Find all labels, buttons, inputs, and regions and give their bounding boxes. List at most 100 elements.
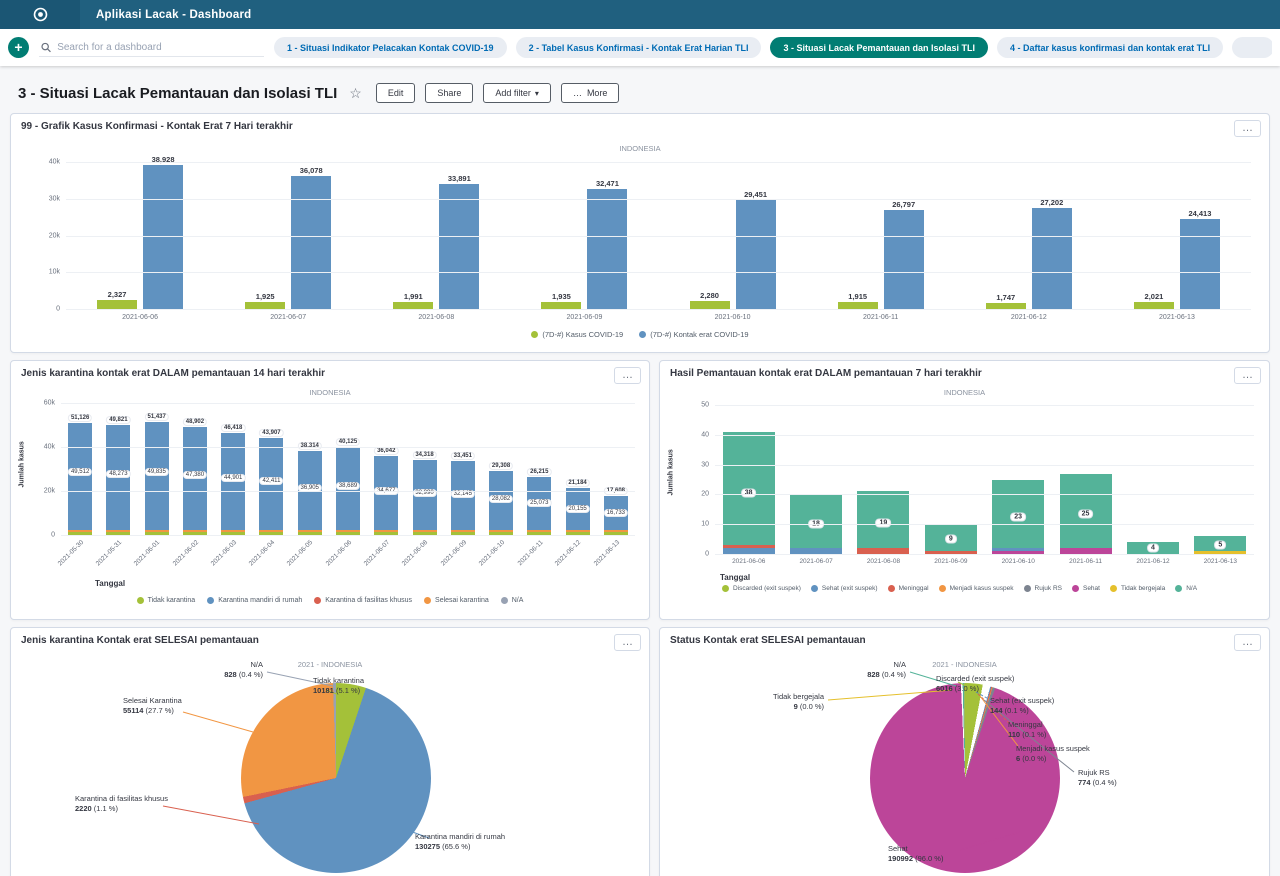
bar-kasus[interactable]: 1,925	[245, 302, 285, 309]
bar-column: 43,90742,4112021-06-04	[252, 403, 290, 535]
bar-kasus[interactable]: 2,280	[690, 301, 730, 309]
stacked-bar[interactable]: 25	[1060, 474, 1112, 554]
legend-item[interactable]: (7D-#) Kasus COVID-19	[531, 330, 623, 339]
stacked-bar[interactable]: 19	[857, 491, 909, 554]
share-button[interactable]: Share	[425, 83, 473, 103]
bar-column: 40,12538,6892021-06-06	[329, 403, 367, 535]
bar-kontak-erat[interactable]: 38,928	[143, 165, 183, 309]
legend-item[interactable]: Tidak bergejala	[1110, 585, 1165, 592]
stacked-bar[interactable]: 4	[1127, 542, 1179, 554]
bar-total-label: 29,308	[490, 463, 512, 469]
legend-item[interactable]: Sehat	[1072, 585, 1100, 592]
pie-slice-label: Meninggal110 (0.1 %)	[1008, 720, 1046, 740]
legend-item[interactable]: Menjadi kasus suspek	[939, 585, 1014, 592]
app-logo-icon	[33, 7, 48, 22]
panel-options-button[interactable]: …	[1234, 367, 1261, 384]
edit-button[interactable]: Edit	[376, 83, 416, 103]
x-axis-label: 2021-06-08	[401, 539, 429, 567]
search-input[interactable]	[57, 42, 262, 53]
legend-item[interactable]: Karantina mandiri di rumah	[207, 597, 302, 604]
panel-options-button[interactable]: …	[1234, 634, 1261, 651]
dashboard-tab[interactable]: 2 - Tabel Kasus Konfirmasi - Kontak Erat…	[516, 37, 762, 58]
add-dashboard-button[interactable]: +	[8, 37, 29, 58]
dashboard-tab[interactable]: 4 - Daftar kasus konfirmasi dan kontak e…	[997, 37, 1223, 58]
stacked-bar[interactable]: 21,18420,155	[566, 488, 590, 535]
legend-dot	[811, 585, 818, 592]
legend-dot	[639, 331, 646, 338]
stacked-bar[interactable]: 23	[992, 480, 1044, 555]
legend-item[interactable]: Rujuk RS	[1024, 585, 1062, 592]
stacked-bar[interactable]: 48,90247,380	[183, 427, 207, 535]
stacked-bar[interactable]: 38,31436,905	[298, 451, 322, 535]
stacked-bar[interactable]: 29,30828,082	[489, 471, 513, 535]
x-axis-label: 2021-06-10	[659, 314, 807, 321]
gridline	[715, 524, 1254, 525]
dashboard-search[interactable]	[39, 39, 264, 57]
bar-kontak-erat[interactable]: 29,451	[736, 200, 776, 309]
app-logo[interactable]	[0, 0, 80, 29]
stacked-bar[interactable]: 36,04234,677	[374, 456, 398, 535]
bar-kasus[interactable]: 1,991	[393, 302, 433, 309]
dashboard-tab[interactable]: 3 - Situasi Lacak Pemantauan dan Isolasi…	[770, 37, 988, 58]
stacked-bar[interactable]: 46,41844,901	[221, 433, 245, 535]
panel-options-button[interactable]: …	[614, 367, 641, 384]
favorite-star-icon[interactable]: ☆	[349, 85, 362, 102]
bar-inner-label: 49,512	[69, 469, 91, 475]
panel-options-button[interactable]: …	[614, 634, 641, 651]
stacked-bar[interactable]: 33,45132,145	[451, 461, 475, 535]
stacked-bar[interactable]: 38	[723, 432, 775, 554]
legend-item[interactable]: N/A	[501, 597, 524, 604]
legend-item[interactable]: Tidak karantina	[137, 597, 196, 604]
legend-item[interactable]: N/A	[1175, 585, 1197, 592]
dashboard-tab[interactable]: 1 - Situasi Indikator Pelacakan Kontak C…	[274, 37, 507, 58]
more-button[interactable]: …More	[561, 83, 620, 103]
stacked-bar[interactable]: 43,90742,411	[259, 438, 283, 535]
stacked-bar[interactable]: 51,43749,835	[145, 422, 169, 535]
bar-kontak-erat[interactable]: 26,797	[884, 210, 924, 309]
legend-item[interactable]: Discarded (exit suspek)	[722, 585, 801, 592]
pie-chart[interactable]	[241, 683, 431, 873]
bar-kasus[interactable]: 1,915	[838, 302, 878, 309]
legend-item[interactable]: Sehat (exit suspek)	[811, 585, 878, 592]
bar-kontak-erat[interactable]: 33,891	[439, 184, 479, 309]
segment-selesai-karantina	[259, 530, 283, 532]
bar-kontak-erat[interactable]: 24,413	[1180, 219, 1220, 309]
legend-item[interactable]: Selesai karantina	[424, 597, 489, 604]
bar-kontak-erat[interactable]: 36,078	[291, 176, 331, 309]
stacked-bar[interactable]: 26,21525,073	[527, 477, 551, 535]
y-axis-tick: 30k	[49, 195, 60, 202]
legend-item[interactable]: (7D-#) Kontak erat COVID-19	[639, 330, 748, 339]
stacked-bar[interactable]: 5	[1194, 536, 1246, 554]
stacked-bar[interactable]: 34,31832,990	[413, 460, 437, 535]
stacked-bar[interactable]: 9	[925, 524, 977, 554]
legend-item[interactable]: Karantina di fasilitas khusus	[314, 597, 412, 604]
segment-selesai-karantina	[336, 530, 360, 532]
x-axis-label: 2021-06-05	[286, 539, 314, 567]
bar-column: 51,12649,5122021-05-30	[61, 403, 99, 535]
segment-selesai-karantina	[566, 530, 590, 532]
legend-item[interactable]: Meninggal	[888, 585, 929, 592]
panel-options-button[interactable]: …	[1234, 120, 1261, 137]
bar-inner-label: 38,689	[337, 483, 359, 489]
stacked-bar[interactable]: 17,60816,733	[604, 496, 628, 535]
x-axis-label: 2021-06-12	[955, 314, 1103, 321]
bar-kontak-erat[interactable]: 27,202	[1032, 208, 1072, 309]
pie-slice-label: Karantina di fasilitas khusus2220 (1.1 %…	[75, 794, 168, 814]
stacked-bar[interactable]: 49,82148,273	[106, 425, 130, 535]
add-filter-button[interactable]: Add filter▾	[483, 83, 551, 103]
gridline	[715, 554, 1254, 555]
y-axis-tick: 50	[701, 402, 709, 409]
bar-value-label: 29,451	[744, 190, 767, 199]
bar-kasus[interactable]: 2,021	[1134, 302, 1174, 309]
y-axis-tick: 0	[56, 306, 60, 313]
bar-total-label: 49,821	[107, 417, 129, 423]
bar-kasus[interactable]: 1,935	[541, 302, 581, 309]
dashboard-tab-partial[interactable]	[1232, 37, 1272, 58]
y-axis-tick: 20k	[44, 488, 55, 495]
bar-kasus[interactable]: 2,327	[97, 300, 137, 309]
bar-total-label: 51,437	[145, 414, 167, 420]
x-axis-label: 2021-06-07	[214, 314, 362, 321]
bar-kontak-erat[interactable]: 32,471	[587, 189, 627, 309]
stacked-bar[interactable]: 51,12649,512	[68, 423, 92, 535]
page-title: 3 - Situasi Lacak Pemantauan dan Isolasi…	[18, 85, 337, 102]
